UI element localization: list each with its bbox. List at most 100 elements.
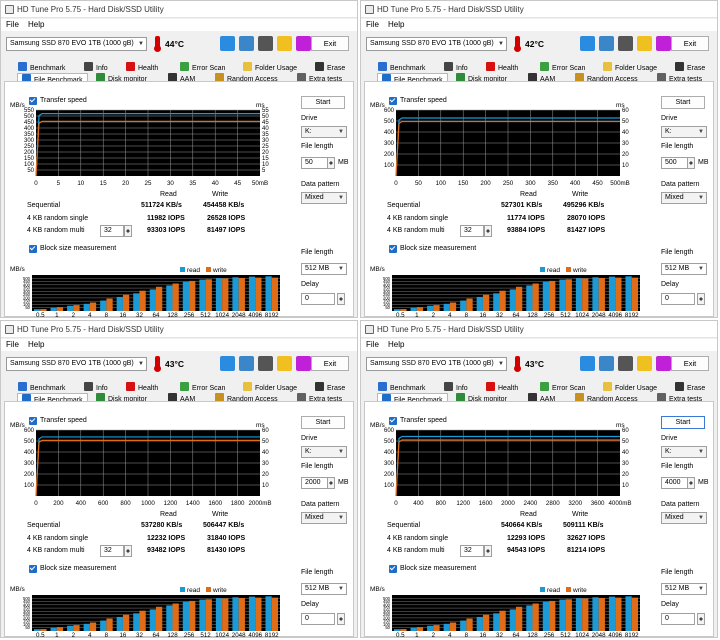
drive-letter-select[interactable]: K: ▼ (661, 126, 707, 138)
drive-select[interactable]: Samsung SSD 870 EVO 1TB (1000 gB) ▼ (6, 357, 147, 371)
copy-clipboard-icon[interactable] (599, 356, 614, 371)
block-size-checkbox[interactable] (389, 245, 397, 253)
exit-button[interactable]: Exit (671, 356, 709, 371)
file-length-spinner[interactable] (327, 157, 335, 169)
file-length-label: File length (301, 463, 334, 470)
block-file-length-select[interactable]: 512 MB ▼ (301, 263, 347, 275)
block-file-length-select[interactable]: 512 MB ▼ (661, 263, 707, 275)
camera-icon[interactable] (618, 356, 633, 371)
drive-letter-select[interactable]: K: ▼ (301, 446, 347, 458)
delay-input[interactable]: 0 (301, 613, 335, 625)
ms-tick-label: 20 (262, 472, 269, 478)
drive-letter-select[interactable]: K: ▼ (301, 126, 347, 138)
start-button[interactable]: Start (661, 96, 705, 109)
copy-info-icon[interactable] (220, 356, 235, 371)
app-icon (5, 325, 14, 334)
y-tick-label: 300 (384, 141, 395, 147)
delay-spinner[interactable] (697, 293, 705, 305)
block-x-tick-label: 2 (72, 632, 76, 637)
camera-icon[interactable] (618, 36, 633, 51)
queue-depth-spinner[interactable] (124, 545, 132, 557)
start-button[interactable]: Start (661, 416, 705, 429)
delay-spinner[interactable] (697, 613, 705, 625)
save-icon[interactable] (296, 36, 311, 51)
block-size-checkbox[interactable] (29, 245, 37, 253)
camera-icon[interactable] (258, 356, 273, 371)
queue-depth-spinner[interactable] (484, 225, 492, 237)
data-pattern-select[interactable]: Mixed ▼ (661, 512, 707, 524)
options-icon[interactable] (637, 356, 652, 371)
block-file-length-value: 512 MB (305, 585, 330, 592)
data-pattern-select[interactable]: Mixed ▼ (661, 192, 707, 204)
copy-clipboard-icon[interactable] (599, 36, 614, 51)
menu-help[interactable]: Help (388, 20, 404, 29)
data-pattern-value: Mixed (305, 514, 324, 521)
menu-help[interactable]: Help (28, 20, 44, 29)
write-bar (631, 277, 638, 311)
block-size-checkbox[interactable] (389, 565, 397, 573)
exit-button[interactable]: Exit (311, 356, 349, 371)
delay-input[interactable]: 0 (661, 293, 695, 305)
queue-depth-spinner[interactable] (484, 545, 492, 557)
data-pattern-select[interactable]: Mixed ▼ (301, 192, 347, 204)
copy-info-icon[interactable] (580, 36, 595, 51)
copy-clipboard-icon[interactable] (239, 36, 254, 51)
sequential-label: Sequential (387, 522, 421, 529)
file-length-spinner[interactable] (327, 477, 335, 489)
menu-file[interactable]: File (6, 20, 19, 29)
block-size-chart: MB/s read write500450400350300250200150100… (370, 586, 640, 637)
data-pattern-select[interactable]: Mixed ▼ (301, 512, 347, 524)
x-tick-label: 35 (189, 180, 196, 187)
write-bar (532, 283, 539, 311)
options-icon[interactable] (637, 36, 652, 51)
delay-spinner[interactable] (337, 293, 345, 305)
options-icon[interactable] (277, 356, 292, 371)
queue-depth-select[interactable]: 32 (460, 225, 484, 237)
exit-button[interactable]: Exit (311, 36, 349, 51)
menu-help[interactable]: Help (388, 340, 404, 349)
menu-file[interactable]: File (6, 340, 19, 349)
health-cross-icon (126, 382, 135, 391)
block-file-length-select[interactable]: 512 MB ▼ (661, 583, 707, 595)
copy-info-icon[interactable] (220, 36, 235, 51)
camera-icon[interactable] (258, 36, 273, 51)
write-bar (271, 277, 278, 311)
file-length-spinner[interactable] (687, 477, 695, 489)
single-read-value: 12293 IOPS (507, 535, 546, 542)
queue-depth-select[interactable]: 32 (460, 545, 484, 557)
write-bar (449, 622, 457, 631)
queue-depth-select[interactable]: 32 (100, 545, 124, 557)
x-tick-label: 800 (120, 500, 131, 507)
menu-file[interactable]: File (366, 20, 379, 29)
drive-select[interactable]: Samsung SSD 870 EVO 1TB (1000 gB) ▼ (6, 37, 147, 51)
options-icon[interactable] (277, 36, 292, 51)
chevron-down-icon: ▼ (138, 41, 144, 47)
block-size-checkbox[interactable] (29, 565, 37, 573)
copy-info-icon[interactable] (580, 356, 595, 371)
toolbar: Samsung SSD 870 EVO 1TB (1000 gB) ▼ 43°C … (1, 352, 357, 376)
exit-button[interactable]: Exit (671, 36, 709, 51)
delay-spinner[interactable] (337, 613, 345, 625)
block-file-length-select[interactable]: 512 MB ▼ (301, 583, 347, 595)
queue-depth-select[interactable]: 32 (100, 225, 124, 237)
drive-letter-select[interactable]: K: ▼ (661, 446, 707, 458)
drive-select[interactable]: Samsung SSD 870 EVO 1TB (1000 gB) ▼ (366, 357, 507, 371)
y-tick-label: 500 (384, 119, 395, 125)
multi-write-value: 81427 IOPS (567, 227, 606, 234)
menu-file[interactable]: File (366, 340, 379, 349)
delay-input[interactable]: 0 (301, 293, 335, 305)
title-bar: HD Tune Pro 5.75 - Hard Disk/SSD Utility (1, 321, 357, 338)
save-icon[interactable] (656, 36, 671, 51)
file-length-spinner[interactable] (687, 157, 695, 169)
save-icon[interactable] (296, 356, 311, 371)
copy-clipboard-icon[interactable] (239, 356, 254, 371)
start-button[interactable]: Start (301, 416, 345, 429)
queue-depth-spinner[interactable] (124, 225, 132, 237)
delay-input[interactable]: 0 (661, 613, 695, 625)
save-icon[interactable] (656, 356, 671, 371)
drive-select[interactable]: Samsung SSD 870 EVO 1TB (1000 gB) ▼ (366, 37, 507, 51)
menu-help[interactable]: Help (28, 340, 44, 349)
start-button[interactable]: Start (301, 96, 345, 109)
write-bar (271, 597, 278, 631)
read-bar (50, 307, 57, 311)
